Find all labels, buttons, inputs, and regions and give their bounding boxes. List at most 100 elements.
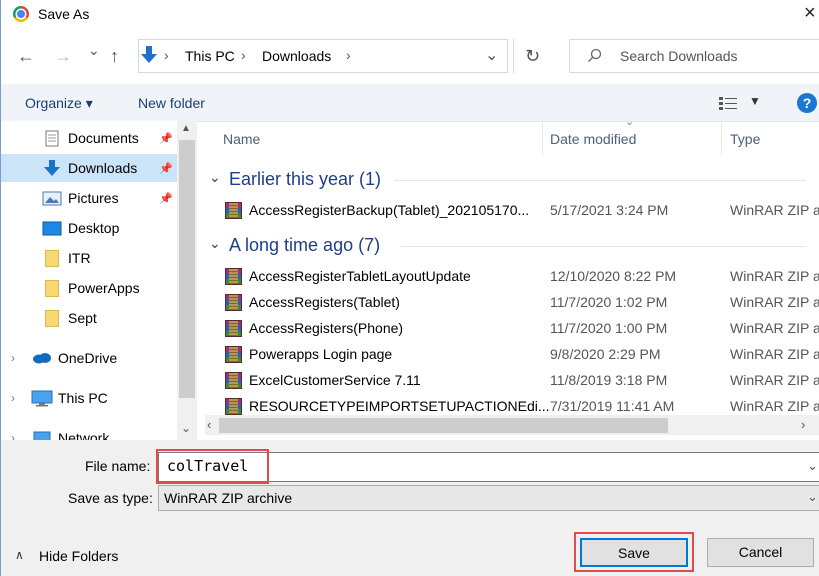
sidebar-item-label: This PC	[58, 390, 108, 406]
file-type: WinRAR ZIP a	[730, 294, 819, 310]
sidebar-item-powerapps[interactable]: PowerApps	[1, 274, 177, 302]
view-options-icon[interactable]	[718, 95, 740, 111]
sidebar-item-onedrive[interactable]: › OneDrive	[1, 344, 177, 372]
file-row[interactable]: AccessRegisterBackup(Tablet)_202105170..…	[205, 198, 819, 224]
file-row[interactable]: ExcelCustomerService 7.11 11/8/2019 3:18…	[205, 368, 819, 394]
search-icon	[588, 48, 602, 62]
desktop-icon	[42, 221, 62, 236]
file-row[interactable]: AccessRegisterTabletLayoutUpdate 12/10/2…	[205, 264, 819, 290]
sidebar-item-downloads[interactable]: Downloads 📌	[1, 154, 177, 182]
sidebar-item-label: Desktop	[68, 220, 120, 236]
save-type-dropdown-icon[interactable]: ⌄	[807, 489, 818, 505]
group-divider	[401, 246, 806, 247]
group-header[interactable]: Earlier this year (1)	[229, 169, 381, 190]
cancel-button[interactable]: Cancel	[707, 538, 814, 567]
folder-icon	[45, 250, 59, 267]
scroll-down-icon[interactable]: ⌄	[181, 421, 191, 435]
folder-icon	[45, 280, 59, 297]
file-name: ExcelCustomerService 7.11	[249, 372, 421, 388]
refresh-icon[interactable]: ↻	[525, 46, 540, 67]
sidebar-item-sept[interactable]: Sept	[1, 304, 177, 332]
sidebar-item-label: Downloads	[68, 160, 138, 176]
sidebar-item-desktop[interactable]: Desktop	[1, 214, 177, 242]
pictures-icon	[42, 191, 62, 206]
expand-chevron-icon[interactable]: ›	[11, 424, 15, 440]
scroll-left-icon[interactable]: ‹	[207, 417, 211, 432]
file-date: 11/8/2019 3:18 PM	[550, 372, 668, 388]
sidebar-item-label: ITR	[68, 250, 91, 266]
winrar-archive-icon	[225, 346, 242, 363]
group-header[interactable]: A long time ago (7)	[229, 235, 380, 256]
winrar-archive-icon	[225, 320, 242, 337]
file-name: Powerapps Login page	[249, 346, 393, 362]
sidebar-item-pictures[interactable]: Pictures 📌	[1, 184, 177, 212]
file-date: 9/8/2020 2:29 PM	[550, 346, 661, 362]
sidebar-item-this-pc[interactable]: › This PC	[1, 384, 177, 412]
pin-icon: 📌	[159, 193, 173, 205]
document-icon	[45, 130, 59, 147]
navigation-scrollbar-thumb[interactable]	[179, 140, 195, 398]
file-date: 12/10/2020 8:22 PM	[550, 268, 677, 284]
file-date: 11/7/2020 1:00 PM	[550, 320, 668, 336]
winrar-archive-icon	[225, 268, 242, 285]
file-type: WinRAR ZIP a	[730, 346, 819, 362]
sidebar-item-documents[interactable]: Documents 📌	[1, 124, 177, 152]
file-name: AccessRegisterTabletLayoutUpdate	[249, 268, 471, 284]
file-row[interactable]: RESOURCETYPEIMPORTSETUPACTIONEdi... 7/31…	[205, 394, 819, 415]
divider	[513, 39, 514, 73]
expand-chevron-icon[interactable]: ›	[11, 344, 15, 372]
file-name: AccessRegisters(Tablet)	[249, 294, 400, 310]
sort-indicator-icon: ⌄	[625, 116, 635, 128]
downloads-location-icon	[141, 46, 157, 63]
organize-button[interactable]: Organize ▾	[25, 95, 93, 112]
expand-chevron-icon[interactable]: ›	[11, 384, 15, 412]
winrar-archive-icon	[225, 398, 242, 415]
folder-icon	[45, 310, 59, 327]
file-date: 5/17/2021 3:24 PM	[550, 202, 669, 218]
breadcrumb-downloads[interactable]: Downloads	[262, 48, 331, 64]
file-name-dropdown-icon[interactable]: ⌄	[807, 458, 818, 474]
back-arrow-icon[interactable]: ←	[17, 46, 35, 67]
file-name: AccessRegisters(Phone)	[249, 320, 404, 336]
column-header-name[interactable]: Name	[223, 131, 260, 147]
title-bar	[1, 0, 819, 30]
recent-locations-icon[interactable]: ⌄	[88, 42, 100, 59]
file-row[interactable]: AccessRegisters(Phone) 11/7/2020 1:00 PM…	[205, 316, 819, 342]
toolbar	[1, 84, 819, 122]
file-row[interactable]: AccessRegisters(Tablet) 11/7/2020 1:02 P…	[205, 290, 819, 316]
group-collapse-icon[interactable]: ⌄	[209, 169, 221, 186]
winrar-archive-icon	[225, 294, 242, 311]
column-header-date[interactable]: Date modified	[550, 131, 636, 147]
up-arrow-icon[interactable]: ↑	[110, 46, 119, 67]
save-button[interactable]: Save	[580, 538, 688, 567]
new-folder-button[interactable]: New folder	[138, 95, 205, 111]
sidebar-item-itr[interactable]: ITR	[1, 244, 177, 272]
column-divider[interactable]	[542, 123, 543, 155]
window-title: Save As	[38, 6, 90, 22]
scroll-right-icon[interactable]: ›	[801, 417, 805, 432]
view-dropdown-icon[interactable]: ▼	[749, 94, 761, 108]
close-button[interactable]: ×	[804, 2, 816, 25]
address-dropdown-icon[interactable]: ⌄	[485, 45, 498, 65]
sidebar-item-label: Network	[58, 430, 110, 440]
file-name: RESOURCETYPEIMPORTSETUPACTIONEdi...	[249, 398, 550, 414]
sidebar-item-label: Pictures	[68, 190, 119, 206]
cloud-icon	[33, 353, 51, 364]
winrar-archive-icon	[225, 372, 242, 389]
group-collapse-icon[interactable]: ⌄	[209, 235, 221, 252]
network-icon	[33, 431, 51, 440]
forward-arrow-icon[interactable]: →	[54, 46, 72, 67]
scroll-up-icon[interactable]: ▲	[181, 123, 191, 134]
column-header-type[interactable]: Type	[730, 131, 760, 147]
file-row[interactable]: Powerapps Login page 9/8/2020 2:29 PM Wi…	[205, 342, 819, 368]
hide-folders-chevron-icon[interactable]: ∧	[15, 548, 24, 562]
help-icon[interactable]: ?	[797, 93, 817, 113]
sidebar-item-network[interactable]: › Network	[1, 424, 177, 440]
file-list-scrollbar-thumb[interactable]	[219, 418, 668, 433]
file-name-value[interactable]: colTravel	[167, 457, 248, 475]
save-type-label: Save as type:	[68, 490, 153, 506]
file-type: WinRAR ZIP a	[730, 268, 819, 284]
hide-folders-button[interactable]: Hide Folders	[39, 548, 118, 564]
breadcrumb-this-pc[interactable]: This PC	[185, 48, 235, 64]
column-divider[interactable]	[721, 123, 722, 155]
